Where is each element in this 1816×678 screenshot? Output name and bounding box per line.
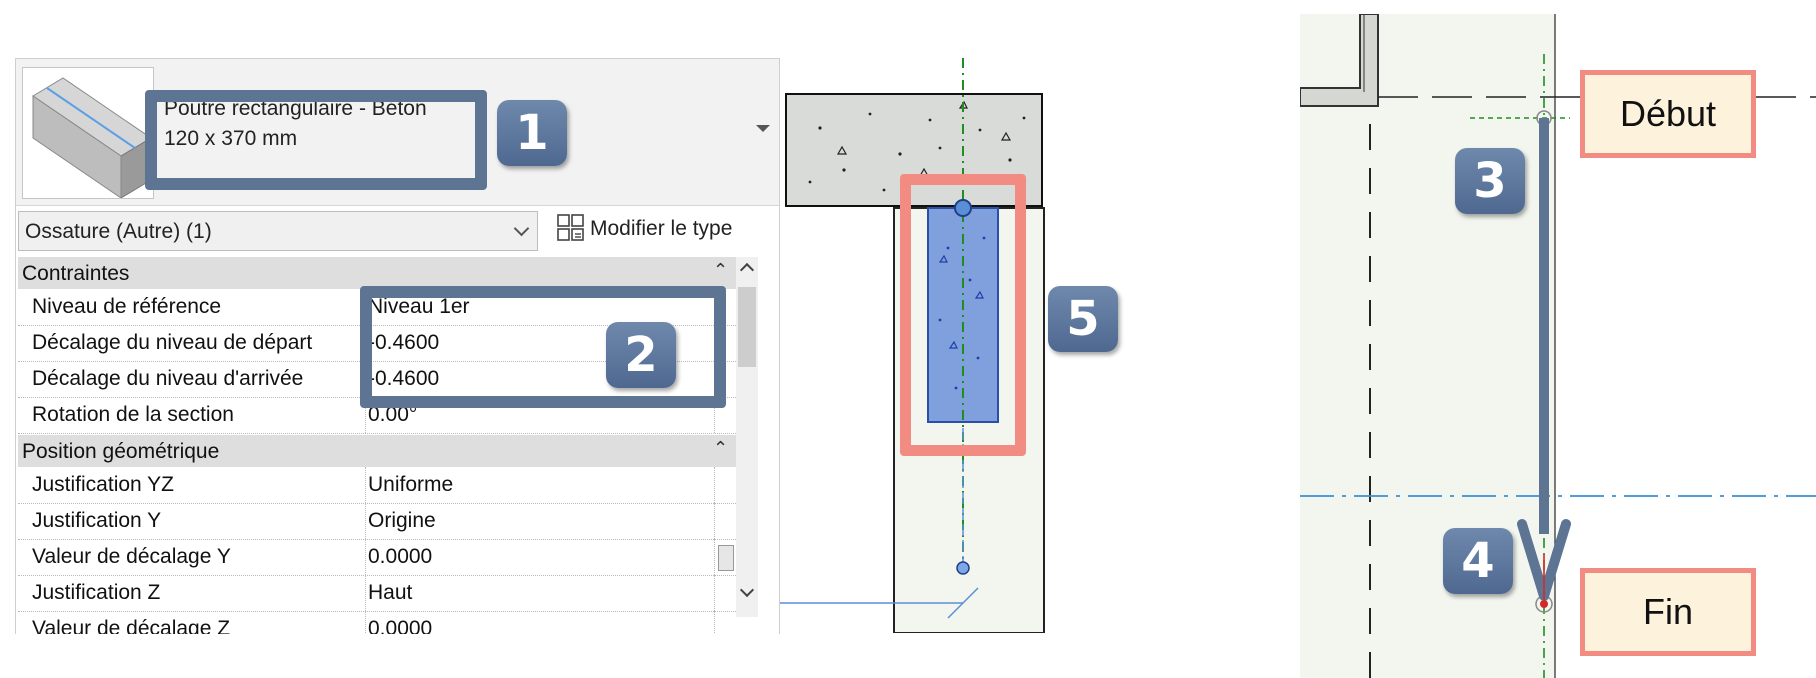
property-value[interactable]: Origine xyxy=(368,509,436,533)
scroll-up-icon[interactable] xyxy=(739,262,755,278)
chevron-down-icon xyxy=(513,220,530,237)
section-title: Contraintes xyxy=(22,262,130,285)
property-value[interactable]: Uniforme xyxy=(368,473,453,497)
edit-type-icon xyxy=(557,214,584,241)
property-label: Justification Z xyxy=(32,581,161,604)
property-row[interactable]: Justification YZ Uniforme xyxy=(18,467,736,504)
scroll-thumb[interactable] xyxy=(738,287,756,367)
category-filter-select[interactable]: Ossature (Autre) (1) xyxy=(18,211,538,251)
step-badge-1: 1 xyxy=(497,100,567,166)
properties-scrollbar[interactable] xyxy=(736,257,758,617)
scroll-down-icon[interactable] xyxy=(739,582,755,598)
property-label: Décalage du niveau d'arrivée xyxy=(32,367,304,390)
property-label: Valeur de décalage Z xyxy=(32,617,231,634)
property-label: Justification Y xyxy=(32,509,162,532)
step-badge-2: 2 xyxy=(606,322,676,388)
category-filter-value: Ossature (Autre) (1) xyxy=(25,220,212,243)
beam-type-thumbnail xyxy=(22,67,154,199)
property-label: Justification YZ xyxy=(32,473,175,496)
end-flag: Fin xyxy=(1580,568,1756,656)
edit-type-label: Modifier le type xyxy=(590,217,733,240)
property-label: Rotation de la section xyxy=(32,403,234,426)
property-value[interactable]: Haut xyxy=(368,581,412,605)
step-badge-4: 4 xyxy=(1443,528,1513,594)
property-row[interactable]: Justification Y Origine xyxy=(18,503,736,540)
property-value[interactable]: 0.0000 xyxy=(368,617,432,634)
property-row[interactable]: Valeur de décalage Y 0.0000 xyxy=(18,539,736,576)
callout-box-1 xyxy=(145,90,487,190)
section-header-constraints[interactable]: Contraintes ⌃ xyxy=(18,257,736,289)
section-title: Position géométrique xyxy=(22,440,220,463)
property-row[interactable]: Justification Z Haut xyxy=(18,575,736,612)
property-value[interactable]: 0.0000 xyxy=(368,545,432,569)
step-badge-3: 3 xyxy=(1455,148,1525,214)
step-badge-5: 5 xyxy=(1048,286,1118,352)
property-label: Niveau de référence xyxy=(32,295,222,318)
property-row[interactable]: Valeur de décalage Z 0.0000 xyxy=(18,611,736,634)
collapse-icon[interactable]: ⌃ xyxy=(713,438,728,459)
collapse-icon[interactable]: ⌃ xyxy=(713,260,728,281)
edit-value-button[interactable] xyxy=(718,545,734,571)
callout-box-5 xyxy=(900,174,1026,456)
section-header-geometric-position[interactable]: Position géométrique ⌃ xyxy=(18,435,736,467)
property-label: Décalage du niveau de départ xyxy=(32,331,313,354)
property-label: Valeur de décalage Y xyxy=(32,545,231,568)
start-flag: Début xyxy=(1580,70,1756,158)
dropdown-arrow-icon[interactable] xyxy=(756,125,770,132)
